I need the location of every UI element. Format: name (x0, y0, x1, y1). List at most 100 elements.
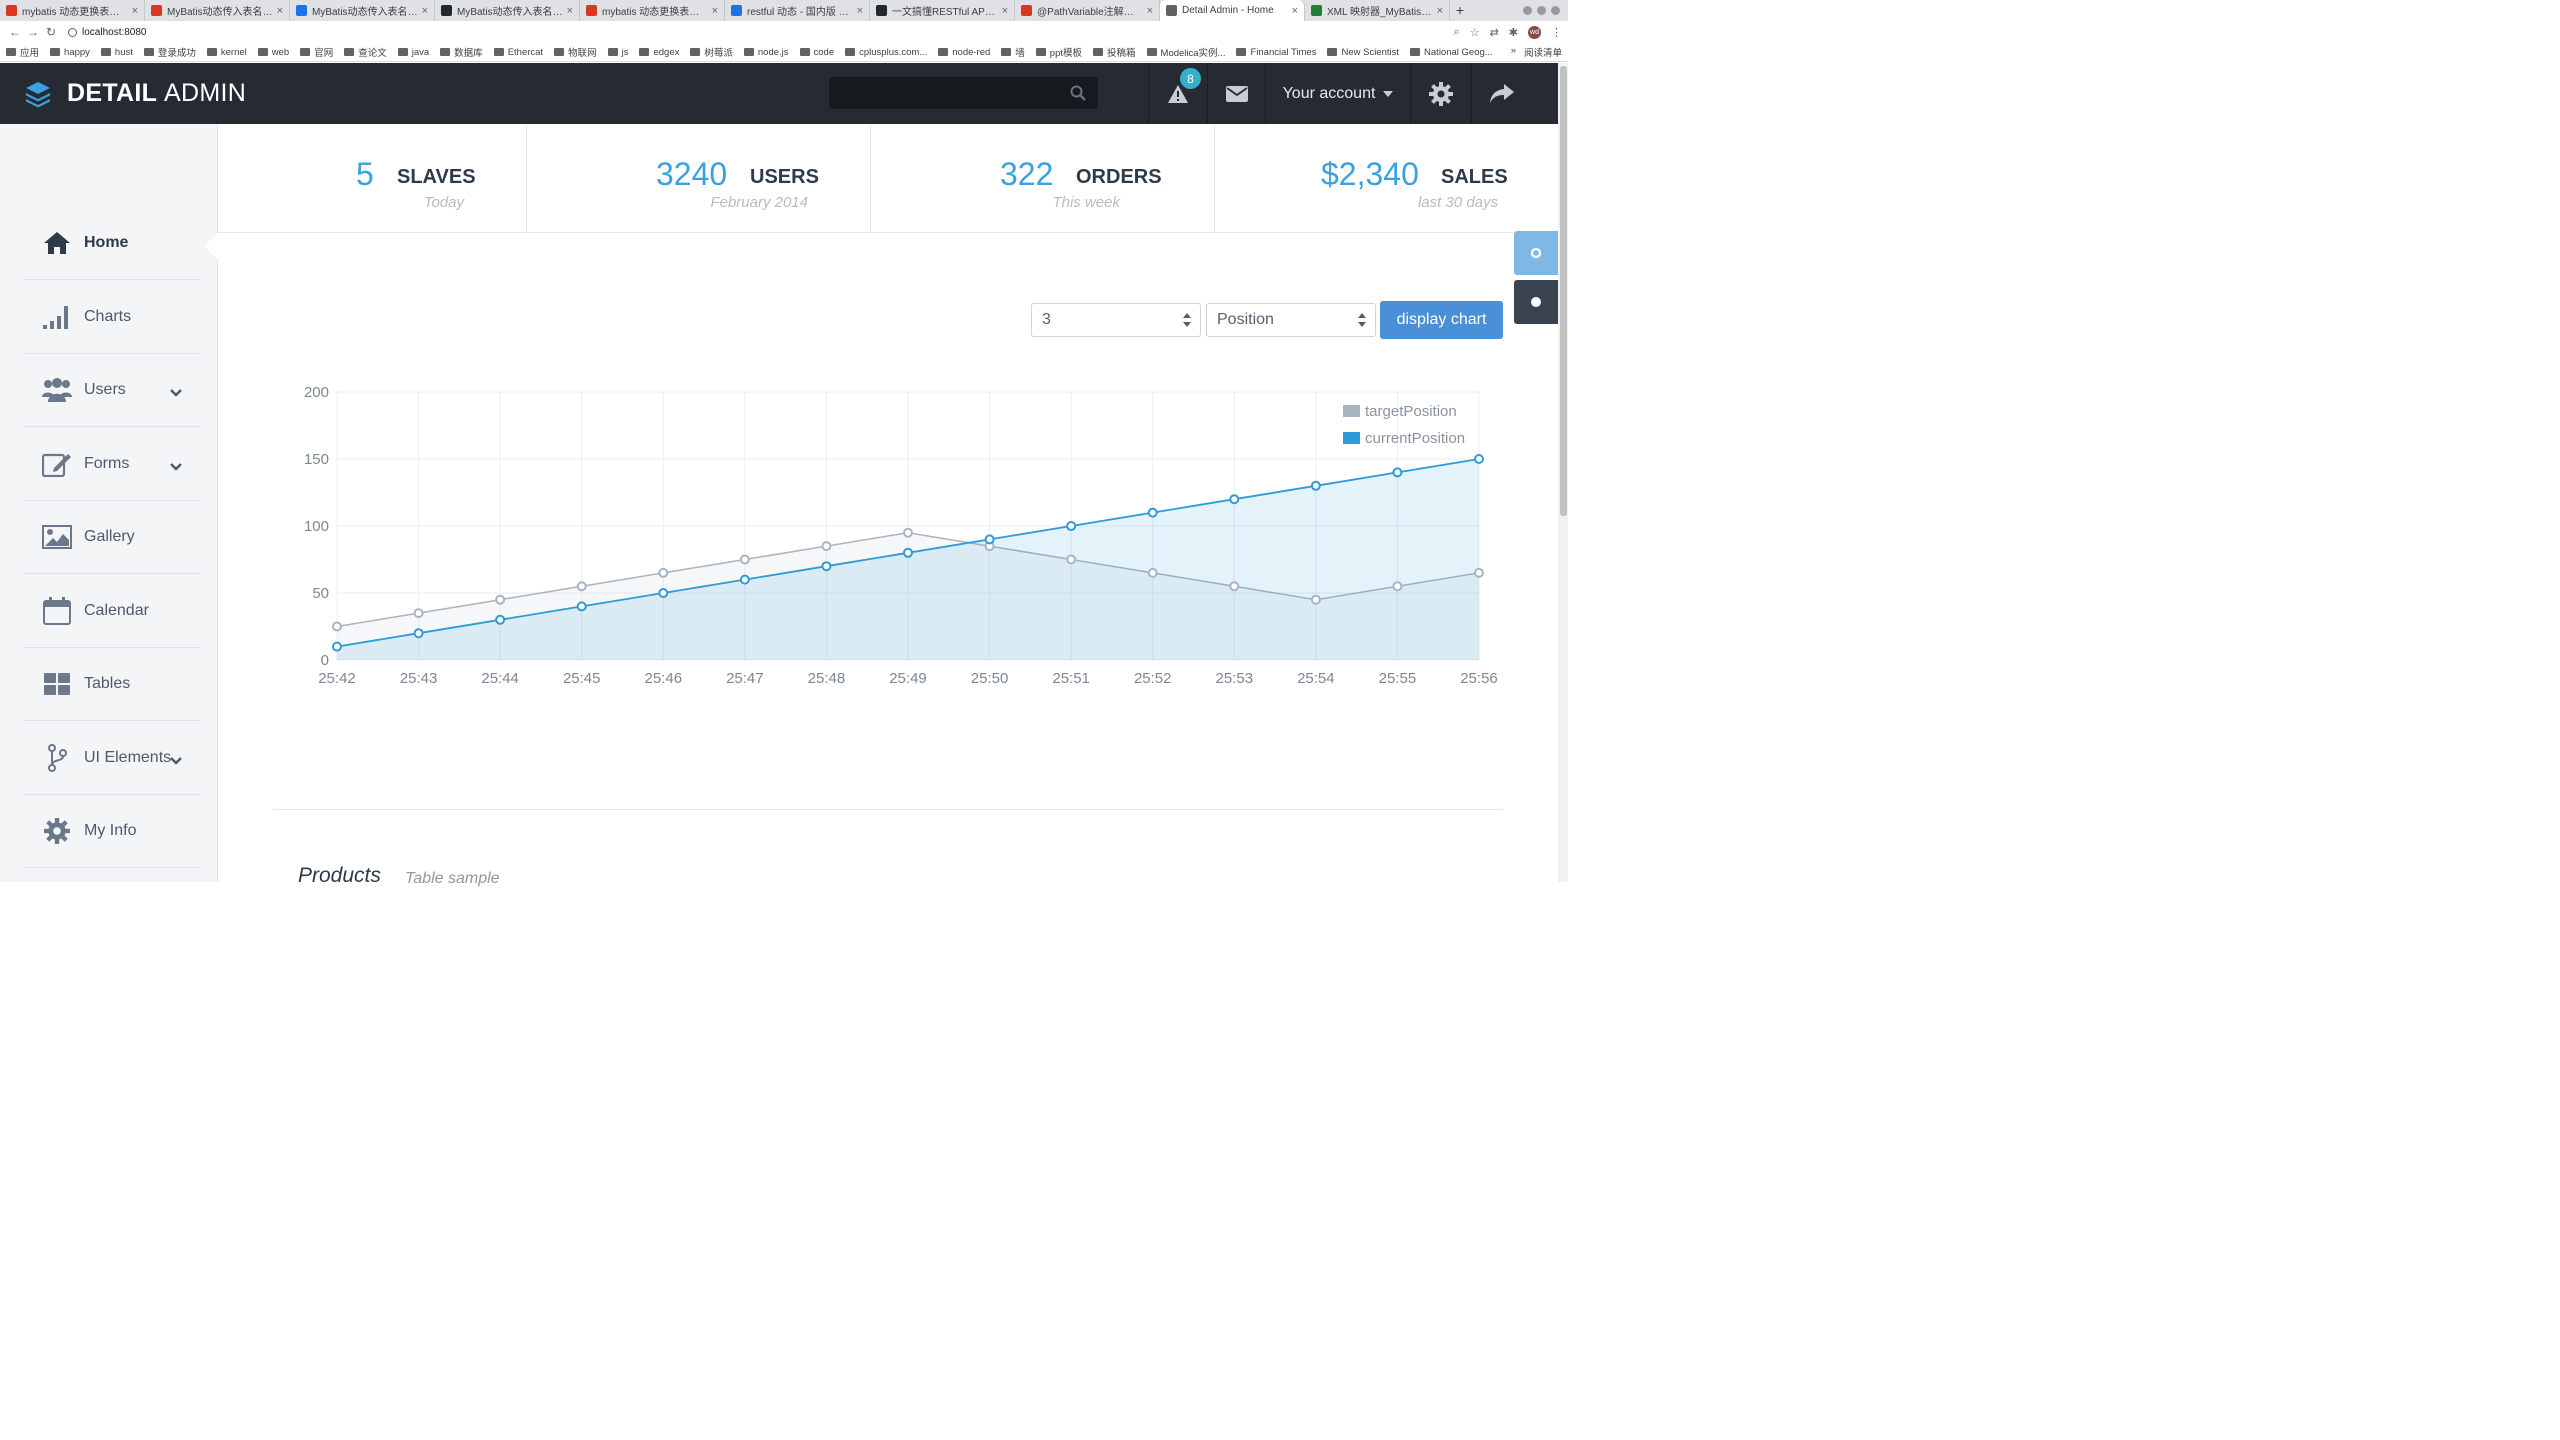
bookmark-item[interactable]: 墙 (1001, 45, 1025, 59)
bookmarks-more[interactable]: » (1511, 45, 1516, 59)
menu-icon[interactable]: ⋮ (1551, 26, 1562, 39)
tab-close-icon[interactable]: × (1002, 5, 1008, 17)
scrollbar-thumb[interactable] (1560, 66, 1567, 516)
tab-close-icon[interactable]: × (1147, 5, 1153, 17)
products-title: Products (298, 864, 381, 887)
tab-close-icon[interactable]: × (857, 5, 863, 17)
bookmark-item[interactable]: java (397, 47, 429, 58)
display-chart-button[interactable]: display chart (1380, 301, 1503, 339)
bookmark-item[interactable]: web (257, 47, 289, 58)
chevron-down-icon[interactable] (170, 458, 182, 476)
site-info-icon[interactable] (68, 27, 77, 37)
data-point-currentPosition (332, 641, 342, 652)
url-field[interactable]: localhost:8080 (68, 27, 147, 38)
browser-tab[interactable]: @PathVariable注解使用_ × (1015, 0, 1160, 21)
folder-icon (845, 48, 856, 56)
forward-icon[interactable]: → (24, 25, 42, 39)
bookmark-item[interactable]: node.js (743, 47, 789, 58)
bookmark-item[interactable]: 物联网 (554, 45, 597, 59)
bookmark-item[interactable]: happy (50, 47, 90, 58)
minimize-button[interactable] (1523, 6, 1532, 15)
x-tick-label: 25:51 (1052, 670, 1090, 687)
skin-toggle-light[interactable] (1514, 231, 1558, 275)
folder-icon (344, 48, 355, 56)
gear-icon (1429, 81, 1453, 106)
sidebar-item-tables[interactable]: Tables (24, 648, 200, 721)
tab-close-icon[interactable]: × (1437, 5, 1443, 17)
tab-close-icon[interactable]: × (1292, 5, 1298, 17)
sidebar-item-gallery[interactable]: Gallery (24, 501, 200, 574)
folder-icon (100, 48, 111, 56)
browser-tab[interactable]: MyBatis动态传入表名 - cn × (435, 0, 580, 21)
bookmark-item[interactable]: 数据库 (440, 45, 483, 59)
browser-tab[interactable]: mybatis 动态更换表名，J × (0, 0, 145, 21)
tab-close-icon[interactable]: × (567, 5, 573, 17)
folder-icon (397, 48, 408, 56)
bookmark-item[interactable]: kernel (206, 47, 247, 58)
browser-tab[interactable]: Detail Admin - Home × (1160, 0, 1305, 21)
chevron-down-icon[interactable] (170, 384, 182, 402)
skin-toggle-dark[interactable] (1514, 280, 1558, 324)
chevron-down-icon[interactable] (170, 752, 182, 770)
browser-tab[interactable]: mybatis 动态更换表名，J × (580, 0, 725, 21)
browser-tab[interactable]: 一文搞懂RESTful API - big × (870, 0, 1015, 21)
bookmark-item[interactable]: Ethercat (493, 47, 543, 58)
extensions-icon[interactable]: ✱ (1509, 26, 1518, 39)
account-menu[interactable]: Your account (1265, 63, 1410, 124)
sidebar-item-home[interactable]: Home (24, 207, 200, 280)
tab-close-icon[interactable]: × (712, 5, 718, 17)
tab-close-icon[interactable]: × (132, 5, 138, 17)
zoom-icon[interactable]: ⌕ (1454, 26, 1460, 39)
notifications-button[interactable]: 8 (1148, 63, 1207, 124)
settings-button[interactable] (1410, 63, 1471, 124)
browser-tab[interactable]: MyBatis动态传入表名 - 图 × (290, 0, 435, 21)
bookmark-item[interactable]: node-red (938, 47, 990, 58)
sidebar-item-charts[interactable]: Charts (24, 281, 200, 354)
folder-icon (938, 48, 949, 56)
search-input[interactable] (829, 77, 1098, 109)
bookmark-item[interactable]: ppt模板 (1035, 45, 1082, 59)
tab-close-icon[interactable]: × (422, 5, 428, 17)
share-button[interactable] (1471, 63, 1531, 124)
calendar-icon (42, 596, 72, 626)
bookmark-item[interactable]: js (607, 47, 628, 58)
bookmark-item[interactable]: Financial Times (1236, 47, 1316, 58)
bookmark-item[interactable]: National Geog... (1410, 47, 1493, 58)
count-select[interactable]: 3 (1031, 303, 1201, 337)
type-select[interactable]: Position (1206, 303, 1376, 337)
sidebar-item-users[interactable]: Users (24, 354, 200, 427)
bookmark-item[interactable]: 官网 (300, 45, 333, 59)
brand-logo[interactable]: DETAIL ADMIN (0, 79, 290, 108)
messages-button[interactable] (1207, 63, 1265, 124)
bookmark-item[interactable]: 树莓派 (690, 45, 733, 59)
sidebar-item-my-info[interactable]: My Info (24, 795, 200, 868)
bookmark-item[interactable]: New Scientist (1327, 47, 1399, 58)
search-icon[interactable] (1070, 85, 1086, 101)
bookmark-item[interactable]: 投稿箱 (1093, 45, 1136, 59)
sidebar-item-ui-elements[interactable]: UI Elements (24, 722, 200, 795)
profile-avatar[interactable]: wd (1528, 25, 1541, 39)
bookmark-item[interactable]: 查论文 (344, 45, 387, 59)
tab-close-icon[interactable]: × (277, 5, 283, 17)
bookmark-item[interactable]: 登录成功 (143, 45, 196, 59)
browser-tab[interactable]: MyBatis动态传入表名_da × (145, 0, 290, 21)
data-point-currentPosition (495, 614, 506, 625)
maximize-button[interactable] (1537, 6, 1546, 15)
bookmark-item[interactable]: hust (100, 47, 133, 58)
bookmark-item[interactable]: 应用 (6, 45, 39, 59)
bookmark-item[interactable]: edgex (639, 47, 679, 58)
browser-tab[interactable]: XML 映射器_MyBatis中文 × (1305, 0, 1450, 21)
reload-icon[interactable]: ↻ (42, 25, 60, 39)
bookmark-item[interactable]: code (799, 47, 834, 58)
star-icon[interactable]: ☆ (1470, 26, 1480, 39)
translate-icon[interactable]: ⇄ (1490, 26, 1499, 39)
new-tab-button[interactable]: + (1450, 0, 1470, 21)
sidebar-item-forms[interactable]: Forms (24, 428, 200, 501)
close-window-button[interactable] (1551, 6, 1560, 15)
sidebar-item-calendar[interactable]: Calendar (24, 575, 200, 648)
bookmark-item[interactable]: Modelica实例... (1146, 45, 1225, 59)
browser-tab[interactable]: restful 动态 - 国内版 Bing × (725, 0, 870, 21)
reading-list[interactable]: 阅读清单 (1524, 45, 1562, 59)
bookmark-item[interactable]: cplusplus.com... (845, 47, 927, 58)
back-icon[interactable]: ← (6, 25, 24, 39)
